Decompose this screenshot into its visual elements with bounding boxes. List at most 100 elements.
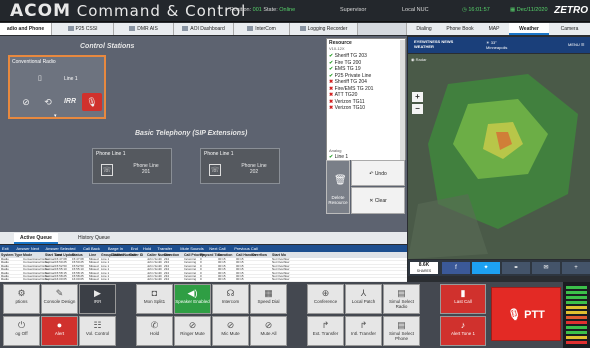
transmit-mic-button[interactable]: 🎙 — [82, 93, 102, 111]
simul-select-radio-button[interactable]: ▤ Simul Select Radio — [383, 284, 420, 314]
resource-item[interactable]: ✔ Fire TG 200 — [329, 60, 361, 66]
delete-resource-button[interactable]: 🗑 Delete Resource — [326, 160, 350, 214]
email-share-icon[interactable]: ✉ — [532, 262, 560, 274]
tab-phone-book[interactable]: Phone Book — [441, 23, 479, 35]
tab-radio-and-phone[interactable]: adio and Phone — [0, 23, 52, 35]
alert-button[interactable]: ● Alert — [41, 316, 78, 346]
irr-button[interactable]: IRR — [60, 93, 80, 111]
twitter-share-icon[interactable]: ✦ — [472, 262, 500, 274]
queue-toolbar-button[interactable]: Answer Next — [16, 245, 39, 252]
ptt-button[interactable]: 🎙 PTT — [491, 287, 561, 341]
control-stations-title: Control Stations — [80, 43, 135, 50]
resource-item[interactable]: ✖ Fire/EMS TG 201 — [329, 86, 373, 92]
app-logo: ACOM Command & Control — [10, 1, 247, 21]
tab-p25-cssi[interactable]: P25 CSSI — [52, 23, 114, 35]
queue-toolbar-button[interactable]: Next Call — [209, 245, 225, 252]
weather-menu-button[interactable]: MENU ☰ — [568, 42, 584, 47]
queue-toolbar-button[interactable]: Transfer — [157, 245, 172, 252]
hold-icon: ✆ — [150, 320, 159, 330]
conventional-radio-card[interactable]: Conventional Radio ▯ Line 1 ⊘ ⟲ IRR 🎙 ▾ — [8, 55, 106, 119]
ringer-mute-button[interactable]: ⊘ Ringer Mute — [174, 316, 211, 346]
play-icon: ▶ — [94, 288, 101, 298]
queue-toolbar-button[interactable]: Previous Call — [234, 245, 258, 252]
control-button-label: ptions — [15, 299, 28, 304]
radar-icon: ◉ — [411, 57, 415, 62]
phone-line-card[interactable]: Phone Line 1 ☏ Phone Line 202 — [200, 148, 280, 184]
phone-line-card[interactable]: Phone Line 1 ☏ Phone Line 201 — [92, 148, 172, 184]
tab-dmr-ais[interactable]: DMR AIS — [114, 23, 174, 35]
resource-item[interactable]: ✔ EMS TG 19 — [329, 66, 361, 72]
tab-history-queue[interactable]: History Queue — [72, 233, 116, 244]
speaker-mute-icon[interactable]: ⊘ — [16, 93, 36, 111]
patch-select-icon[interactable]: ⟲ — [38, 93, 58, 111]
resource-item[interactable]: ✖ Verizon TG11 — [329, 99, 365, 105]
mon-split1-button[interactable]: ◘ Mon Split1 — [136, 284, 173, 314]
queue-toolbar-button[interactable]: Call Back — [83, 245, 100, 252]
tab-active-queue[interactable]: Active Queue — [14, 233, 58, 244]
mic-mute-button[interactable]: ⊘ Mic Mute — [212, 316, 249, 346]
queue-toolbar-button[interactable]: Answer Selected — [46, 245, 76, 252]
mute-all-button[interactable]: ⊘ Mute All — [250, 316, 287, 346]
tab-icon — [129, 26, 136, 32]
tab-icon — [67, 26, 74, 32]
tab-weather[interactable]: Weather — [509, 23, 549, 35]
resource-item[interactable]: ✔ P25 Private Line — [329, 73, 371, 79]
alert-tone-1-button[interactable]: ♪ Alert Tone 1 — [440, 316, 486, 346]
resource-item[interactable]: ✖ Sheriff TG 204 — [329, 79, 367, 85]
tab-icon — [182, 26, 189, 32]
conference-button[interactable]: ⊕ Conference — [307, 284, 344, 314]
queue-toolbar-button[interactable]: Hold — [143, 245, 151, 252]
basic-telephony-title: Basic Telephony (SIP Extensions) — [135, 130, 248, 137]
more-share-icon[interactable]: + — [562, 262, 590, 274]
resource-item[interactable]: ✖ ATT TG20 — [329, 92, 357, 98]
tab-dialing[interactable]: Dialing — [407, 23, 441, 35]
mic-mute-icon: ⊘ — [226, 320, 235, 330]
control-button-label: Speaker Enabled — [175, 299, 210, 304]
date: ▦ Dec/11/2020 — [510, 7, 548, 13]
volume-icon: ◀) — [187, 288, 198, 298]
facebook-share-icon[interactable]: f — [442, 262, 470, 274]
link-share-icon[interactable]: ⚭ — [502, 262, 530, 274]
console-design-button[interactable]: ✎ Console Design — [41, 284, 78, 314]
ptions-button[interactable]: ⚙ ptions — [3, 284, 40, 314]
queue-toolbar-button[interactable]: End — [131, 245, 138, 252]
vol-control-button[interactable]: ☷ Vol. Control — [79, 316, 116, 346]
clear-button[interactable]: ✕ Clear — [351, 187, 405, 214]
resource-scrollbar[interactable] — [400, 40, 405, 160]
ext-transfer-button[interactable]: ↱ Ext. Transfer — [307, 316, 344, 346]
tab-camera[interactable]: Camera — [549, 23, 590, 35]
mic-icon: 🎙 — [507, 309, 525, 321]
queue-toolbar-button[interactable]: Barge In — [108, 245, 123, 252]
resource-item-label: Sheriff TG 203 — [334, 53, 367, 59]
queue-toolbar-button[interactable]: Exit — [2, 245, 9, 252]
clock-icon: ◷ — [462, 7, 467, 13]
calendar-icon: ▦ — [510, 7, 516, 13]
intl-transfer-button[interactable]: ↱ Intl. Transfer — [345, 316, 382, 346]
tab-map[interactable]: MAP — [479, 23, 509, 35]
radio-line-row[interactable]: ▯ Line 1 — [18, 72, 98, 84]
radar-map-image — [408, 54, 590, 259]
resource-item[interactable]: ✔ Sheriff TG 203 — [329, 53, 367, 59]
resource-actions: 🗑 Delete Resource ↶ Undo ✕ Clear — [326, 160, 406, 215]
speaker-enabled-button[interactable]: ◀) Speaker Enabled — [174, 284, 211, 314]
zoom-out-button[interactable]: − — [412, 104, 423, 114]
expand-arrow-icon[interactable]: ▾ — [54, 113, 57, 119]
irr-button[interactable]: ▶ IRR — [79, 284, 116, 314]
resource-item[interactable]: ✖ Verizon TG10 — [329, 105, 365, 111]
tab-logging-recorder[interactable]: Logging Recorder — [290, 23, 358, 35]
undo-button[interactable]: ↶ Undo — [351, 160, 405, 186]
tab-intercom[interactable]: InterCom — [234, 23, 290, 35]
zoom-in-button[interactable]: + — [412, 92, 423, 102]
level-meter-bar — [566, 326, 587, 329]
hold-button[interactable]: ✆ Hold — [136, 316, 173, 346]
radar-map[interactable]: ◉ Radar + − — [408, 54, 590, 259]
last-call-button[interactable]: ▮ Last Call — [440, 284, 486, 314]
simul-select-phone-button[interactable]: ▤ Simul Select Phone — [383, 316, 420, 346]
og-off-button[interactable]: ⏻ og Off — [3, 316, 40, 346]
tab-aoi-dashboard[interactable]: AOI Dashboard — [174, 23, 234, 35]
intercom-button[interactable]: ☊ Intercom — [212, 284, 249, 314]
local-patch-button[interactable]: ⅄ Local Patch — [345, 284, 382, 314]
queue-toolbar-button[interactable]: Mute Sounds — [180, 245, 204, 252]
resource-item-label: P25 Private Line — [334, 72, 372, 79]
speed-dial-button[interactable]: ▦ Speed Dial — [250, 284, 287, 314]
